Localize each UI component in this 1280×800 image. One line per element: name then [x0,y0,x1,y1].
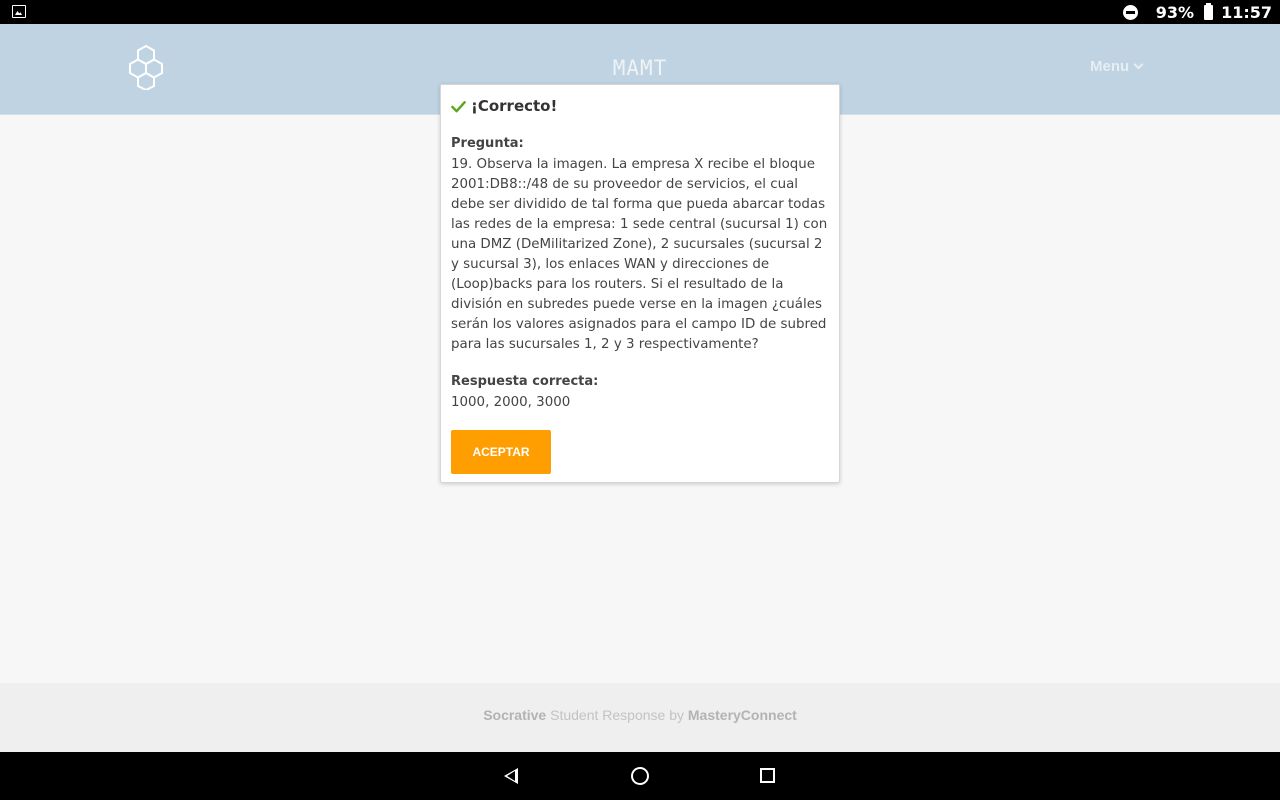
footer-brand: Socrative [483,707,547,723]
menu-label: Menu [1090,58,1130,75]
image-notification-icon [12,5,26,18]
dialog-title: ¡Correcto! [471,97,558,115]
footer-text: Socrative Student Response by MasteryCon… [0,707,1280,723]
do-not-disturb-icon [1122,4,1138,20]
question-label: Pregunta: [451,136,524,151]
battery-percent: 93% [1155,2,1195,22]
recent-apps-icon[interactable] [760,768,775,783]
status-bar: 93% 11:57 [0,0,1280,24]
footer-company: MasteryConnect [687,707,797,723]
app-title: MAMT [612,56,668,80]
footer: Socrative Student Response by MasteryCon… [0,683,1280,752]
status-right: 93% 11:57 [1122,0,1272,24]
battery-icon [1204,2,1214,20]
menu-button[interactable]: Menu [1090,58,1144,75]
chevron-down-icon [1133,59,1144,70]
navigation-bar [0,752,1280,800]
check-icon [451,100,466,112]
answer-text: 1000, 2000, 3000 [451,395,571,410]
answer-label: Respuesta correcta: [451,374,599,389]
result-dialog: ¡Correcto! Pregunta: 19. Observa la imag… [440,84,840,483]
footer-middle: Student Response by [546,707,688,723]
home-icon[interactable] [631,767,649,785]
dialog-header: ¡Correcto! [451,97,557,115]
question-text: 19. Observa la imagen. La empresa X reci… [451,157,828,352]
accept-button[interactable]: ACEPTAR [451,430,551,474]
clock: 11:57 [1221,2,1272,22]
back-icon[interactable] [504,768,518,784]
